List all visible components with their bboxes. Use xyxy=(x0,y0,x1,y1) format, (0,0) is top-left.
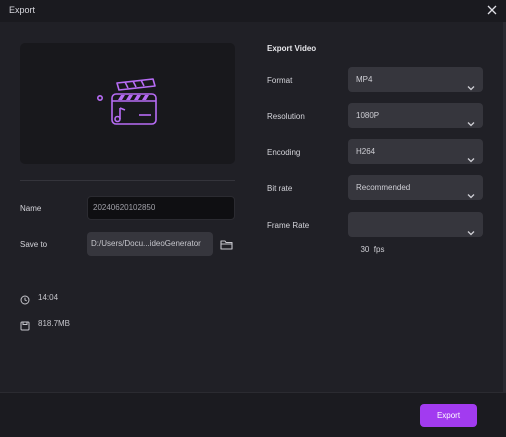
name-label: Name xyxy=(20,204,42,213)
duration-value: 14:04 xyxy=(38,293,59,302)
save-path-field[interactable]: D:/Users/Docu...ideoGenerator xyxy=(87,232,213,256)
resolution-select[interactable]: 1080P xyxy=(348,103,483,128)
encoding-select[interactable]: H264 xyxy=(348,139,483,164)
bitrate-select[interactable]: Recommended xyxy=(348,175,483,200)
name-input[interactable]: 20240620102850 xyxy=(87,196,235,220)
chevron-down-icon xyxy=(467,112,475,137)
window-title: Export xyxy=(9,5,36,15)
close-icon[interactable] xyxy=(485,3,499,17)
section-divider xyxy=(20,180,235,181)
format-value: MP4 xyxy=(356,75,373,84)
bitrate-value: Recommended xyxy=(356,183,411,192)
format-label: Format xyxy=(267,76,293,85)
encoding-value: H264 xyxy=(356,147,376,156)
clapperboard-music-icon xyxy=(95,76,161,133)
folder-icon[interactable] xyxy=(220,237,233,255)
export-button[interactable]: Export xyxy=(420,404,477,427)
chevron-down-icon xyxy=(467,184,475,209)
chevron-down-icon xyxy=(467,221,475,246)
framerate-label: Frame Rate xyxy=(267,221,310,230)
chevron-down-icon xyxy=(467,148,475,173)
save-to-label: Save to xyxy=(20,240,48,249)
file-size-value: 818.7MB xyxy=(38,319,71,328)
resolution-value: 1080P xyxy=(356,111,380,120)
title-bar: Export xyxy=(0,0,506,22)
encoding-label: Encoding xyxy=(267,148,301,157)
video-preview xyxy=(20,43,235,164)
bitrate-label: Bit rate xyxy=(267,184,293,193)
storage-icon xyxy=(20,318,30,336)
framerate-select[interactable]: 30 fps xyxy=(348,212,483,254)
export-video-heading: Export Video xyxy=(267,44,317,53)
chevron-down-icon xyxy=(467,76,475,101)
format-select[interactable]: MP4 xyxy=(348,67,483,92)
resolution-label: Resolution xyxy=(267,112,305,121)
framerate-value: 30 fps xyxy=(360,245,385,254)
clock-icon xyxy=(20,292,30,310)
